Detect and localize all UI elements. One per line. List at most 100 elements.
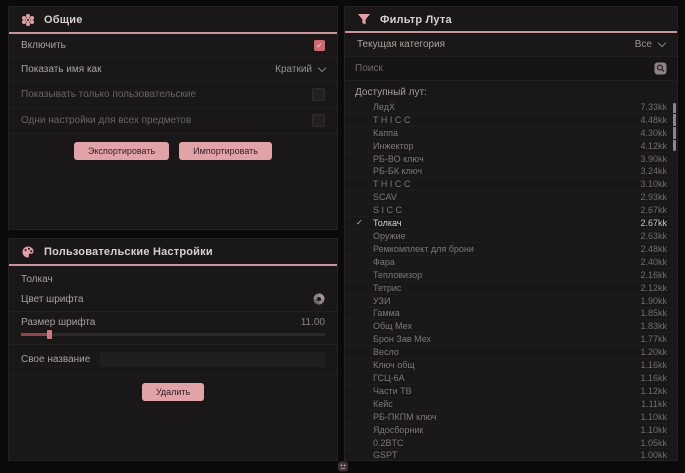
loot-item-value: 2.67kk [640, 205, 667, 215]
chevron-down-icon [318, 64, 326, 72]
list-item[interactable]: ✓ T H I C C 3.10kk [345, 178, 677, 191]
loot-item-name: Оружие [373, 231, 406, 241]
loot-item-name: Части ТВ [373, 386, 412, 396]
enable-checkbox[interactable]: ✓ [314, 40, 325, 51]
custom-settings-header: Пользовательские Настройки [9, 239, 337, 264]
list-item[interactable]: ✓ Каппа 4.30kk [345, 127, 677, 140]
enable-row: Включить ✓ [9, 34, 337, 58]
chevron-down-icon [658, 39, 666, 47]
export-button[interactable]: Экспортировать [74, 142, 169, 160]
loot-item-value: 1.85kk [640, 308, 667, 318]
only-custom-row: Показывать только пользовательские [9, 82, 337, 108]
list-item[interactable]: ✓ Оружие 2.63kk [345, 230, 677, 243]
font-size-slider[interactable] [21, 333, 325, 336]
loot-item-value: 1.16kk [640, 360, 667, 370]
loot-item-name: Тепловизор [373, 270, 422, 280]
category-label: Текущая категория [357, 39, 445, 50]
loot-item-value: 2.48kk [640, 244, 667, 254]
category-select[interactable]: Все [635, 39, 665, 50]
show-name-value: Краткий [275, 64, 312, 75]
show-name-label: Показать имя как [21, 64, 101, 75]
list-item[interactable]: ✓ Части ТВ 1.12kk [345, 385, 677, 398]
panel-custom-settings: Пользовательские Настройки Толкач Цвет ш… [8, 238, 338, 461]
list-item[interactable]: ✓ S I C C 2.67kk [345, 204, 677, 217]
list-item[interactable]: ✓ T H I C C 4.48kk [345, 114, 677, 127]
loot-item-value: 3.90kk [640, 154, 667, 164]
list-item[interactable]: ✓ GSPT 1.00kk [345, 449, 677, 460]
font-size-label: Размер шрифта [21, 317, 95, 328]
same-settings-row: Одни настройки для всех предметов [9, 108, 337, 134]
loot-item-name: Толкач [373, 218, 402, 228]
check-icon: ✓ [356, 218, 363, 227]
font-color-row: Цвет шрифта [9, 287, 337, 312]
bottom-center-icon [337, 461, 349, 472]
loot-item-value: 1.90kk [640, 296, 667, 306]
list-item[interactable]: ✓ ГСЦ-6А 1.16kk [345, 372, 677, 385]
list-item[interactable]: ✓ РБ-ПКПМ ключ 1.10kk [345, 411, 677, 424]
list-item[interactable]: ✓ 0.2BTC 1.05kk [345, 437, 677, 450]
show-name-select[interactable]: Краткий [275, 64, 325, 75]
loot-item-name: Каппа [373, 128, 398, 138]
export-import-row: Экспортировать Импортировать [9, 134, 337, 168]
list-item[interactable]: ✓ Ремкомплект для брони 2.48kk [345, 243, 677, 256]
list-item[interactable]: ✓ Брон Зав Мех 1.77kk [345, 333, 677, 346]
panel-title: Фильтр Лута [380, 14, 452, 26]
category-row: Текущая категория Все [345, 33, 677, 57]
list-item[interactable]: ✓ Инжектор 4.12kk [345, 140, 677, 153]
list-item[interactable]: ✓ ЛедХ 7.33kk [345, 101, 677, 114]
loot-item-value: 3.10kk [640, 179, 667, 189]
loot-item-name: Инжектор [373, 141, 414, 151]
loot-item-name: GSPT [373, 450, 398, 460]
panel-title: Общие [44, 14, 83, 26]
loot-item-name: Ремкомплект для брони [373, 244, 474, 254]
list-item[interactable]: ✓ Тетрис 2.12kk [345, 282, 677, 295]
list-item[interactable]: ✓ УЗИ 1.90kk [345, 295, 677, 308]
loot-item-value: 4.12kk [640, 141, 667, 151]
custom-name-row: Свое название [9, 345, 337, 375]
list-item[interactable]: ✓ РБ-ВО ключ 3.90kk [345, 153, 677, 166]
list-item[interactable]: ✓ РБ-БК ключ 3.24kk [345, 166, 677, 179]
loot-item-name: Фара [373, 257, 395, 267]
import-button[interactable]: Импортировать [179, 142, 272, 160]
show-name-row: Показать имя как Краткий [9, 58, 337, 82]
same-settings-checkbox[interactable] [312, 114, 325, 127]
loot-item-name: РБ-ПКПМ ключ [373, 412, 437, 422]
panel-general: Общие Включить ✓ Показать имя как Кратки… [8, 6, 338, 230]
font-size-value: 11.00 [301, 317, 325, 328]
list-item[interactable]: ✓ Тепловизор 2.16kk [345, 269, 677, 282]
only-custom-checkbox[interactable] [312, 88, 325, 101]
list-item[interactable]: ✓ Толкач 2.67kk [345, 217, 677, 230]
loot-item-name: Ядосборник [373, 425, 423, 435]
loot-item-name: РБ-БК ключ [373, 166, 422, 176]
list-item[interactable]: ✓ Весло 1.20kk [345, 346, 677, 359]
list-item[interactable]: ✓ Кейс 1.11kk [345, 398, 677, 411]
enable-label: Включить [21, 40, 66, 51]
loot-item-value: 2.63kk [640, 231, 667, 241]
gear-flower-icon [21, 13, 35, 27]
loot-item-name: Общ Мех [373, 321, 412, 331]
loot-item-name: Гамма [373, 308, 400, 318]
color-wheel-icon[interactable] [313, 293, 325, 305]
loot-item-name: Кейс [373, 399, 393, 409]
loot-item-value: 3.24kk [640, 166, 667, 176]
loot-item-name: Брон Зав Мех [373, 334, 431, 344]
list-item[interactable]: ✓ Общ Мех 1.83kk [345, 320, 677, 333]
delete-button[interactable]: Удалить [142, 383, 204, 401]
list-item[interactable]: ✓ Ключ общ 1.16kk [345, 359, 677, 372]
list-item[interactable]: ✓ Гамма 1.85kk [345, 308, 677, 321]
custom-name-input[interactable] [100, 352, 325, 367]
custom-name-label: Свое название [21, 354, 90, 365]
loot-item-value: 2.16kk [640, 270, 667, 280]
search-icon[interactable] [654, 62, 667, 75]
slider-thumb[interactable] [47, 330, 52, 339]
search-row[interactable]: Поиск [345, 57, 677, 81]
loot-filter-header: Фильтр Лута [345, 7, 677, 31]
app-window: Общие Включить ✓ Показать имя как Кратки… [0, 0, 685, 473]
loot-item-value: 1.10kk [640, 412, 667, 422]
list-item[interactable]: ✓ Ядосборник 1.10kk [345, 424, 677, 437]
search-input[interactable]: Поиск [355, 63, 383, 74]
list-item[interactable]: ✓ Фара 2.40kk [345, 256, 677, 269]
loot-item-name: SCAV [373, 192, 397, 202]
loot-item-name: Ключ общ [373, 360, 415, 370]
list-item[interactable]: ✓ SCAV 2.93kk [345, 191, 677, 204]
